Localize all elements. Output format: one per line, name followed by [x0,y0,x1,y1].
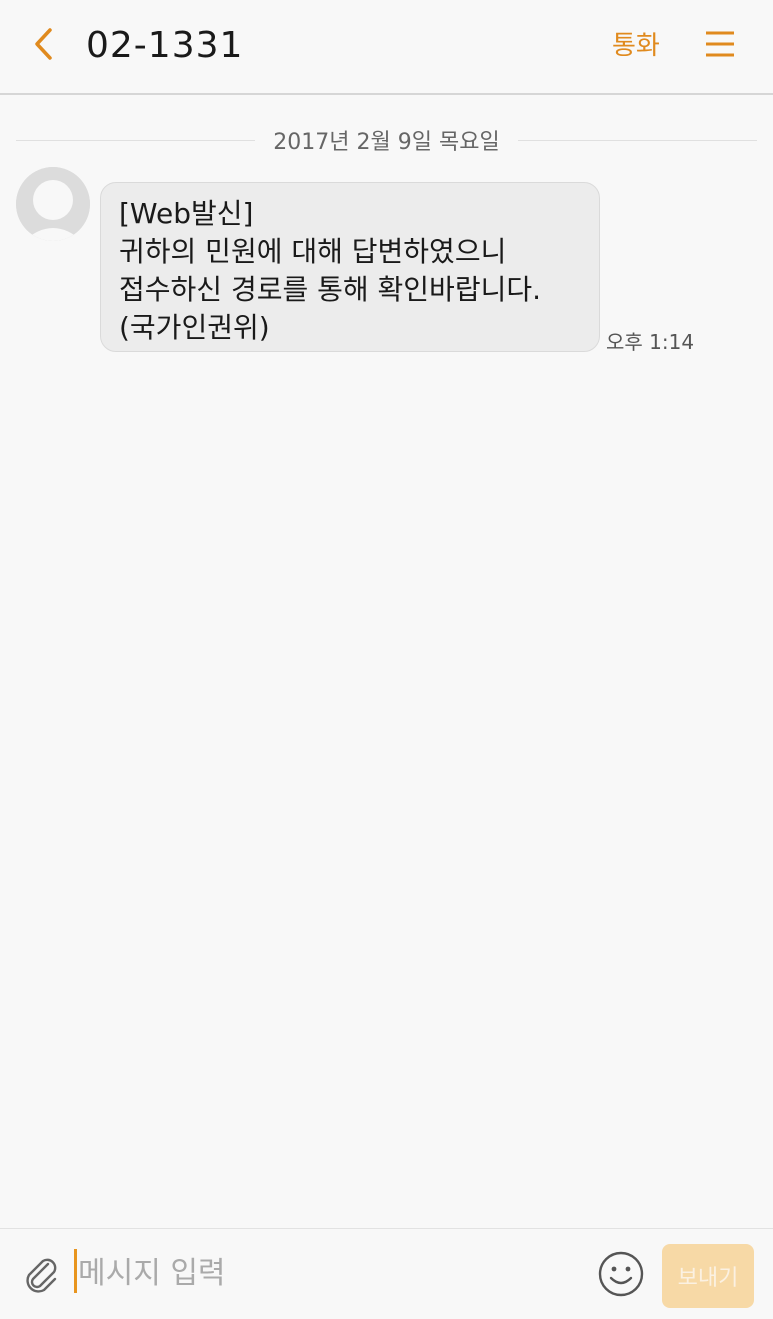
attach-button[interactable] [18,1251,64,1297]
message-input[interactable] [74,1245,574,1301]
text-cursor [74,1249,77,1293]
message-bubble[interactable]: [Web발신] 귀하의 민원에 대해 답변하였으니 접수하신 경로를 통해 확인… [100,182,600,352]
menu-button[interactable] [700,24,740,64]
composer-bar: 보내기 [0,1228,773,1319]
date-label: 2017년 2월 9일 목요일 [273,130,500,155]
message-line: (국가인권위) [119,311,270,344]
smiley-icon [598,1251,644,1297]
conversation-title: 02-1331 [86,25,244,66]
sender-avatar[interactable] [16,167,90,241]
message-line: [Web발신] [119,197,254,230]
send-button[interactable]: 보내기 [662,1244,754,1308]
back-button[interactable] [22,22,66,66]
call-button[interactable]: 통화 [612,24,660,68]
chevron-left-icon [35,28,52,60]
app-header: 02-1331 통화 [0,0,773,95]
emoji-button[interactable] [596,1249,646,1299]
message-line: 귀하의 민원에 대해 답변하였으니 [119,235,507,268]
message-line: 접수하신 경로를 통해 확인바랍니다. [119,273,542,306]
message-timestamp: 오후 1:14 [606,330,695,354]
date-divider: 2017년 2월 9일 목요일 [16,120,757,160]
divider-line-right [517,139,757,141]
default-avatar-icon [16,167,90,241]
hamburger-menu-icon [706,31,734,57]
paperclip-icon [26,1258,57,1293]
divider-line-left [16,139,256,141]
